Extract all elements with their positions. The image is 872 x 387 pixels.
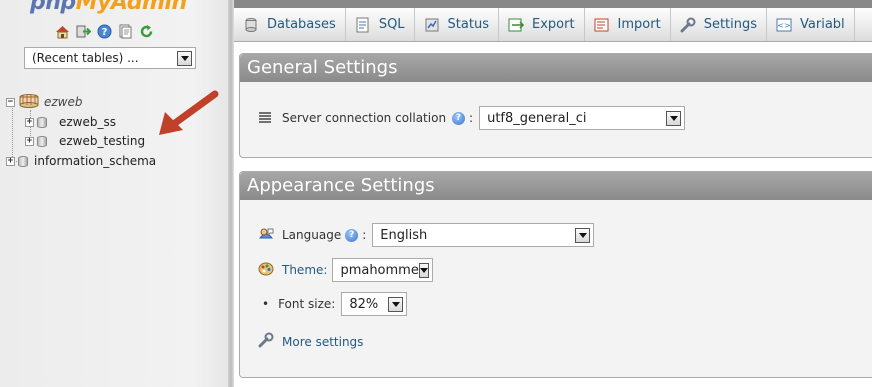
language-label: Language	[282, 228, 342, 242]
status-icon	[424, 17, 440, 33]
collapse-icon[interactable]: −	[6, 97, 15, 107]
variables-icon: <>	[776, 17, 792, 33]
more-settings-row: More settings	[258, 332, 363, 351]
collation-label: Server connection collation	[282, 111, 447, 125]
export-icon	[508, 17, 524, 33]
logout-icon[interactable]	[76, 24, 91, 39]
tree-db-label[interactable]: ezweb	[44, 95, 83, 109]
bullet-icon: •	[262, 297, 270, 311]
theme-value: pmahomme	[340, 262, 419, 278]
database-icon	[243, 17, 259, 33]
chevron-down-icon[interactable]	[418, 262, 430, 278]
language-value: English	[380, 227, 428, 243]
tab-settings[interactable]: Settings	[671, 8, 768, 41]
expand-icon[interactable]: +	[25, 117, 34, 127]
font-size-select[interactable]: 82%	[341, 292, 408, 316]
database-icon	[37, 135, 47, 147]
reload-icon[interactable]	[139, 24, 154, 39]
tab-label: SQL	[378, 17, 405, 32]
tab-databases[interactable]: Databases	[234, 8, 346, 41]
recent-tables-select[interactable]: (Recent tables) ...	[24, 47, 196, 69]
tree-db-label[interactable]: ezweb_testing	[59, 134, 145, 148]
tab-label: Export	[531, 17, 575, 32]
svg-text:<>: <>	[777, 21, 790, 30]
tree-db-ezweb-testing[interactable]: + ezweb_testing	[25, 132, 145, 150]
panel-title: General Settings	[240, 54, 872, 82]
tab-label: Import	[617, 17, 661, 32]
separator: :	[469, 111, 474, 125]
svg-text:?: ?	[102, 27, 108, 38]
language-select[interactable]: English	[372, 223, 595, 247]
sql-icon	[355, 17, 371, 33]
expand-icon[interactable]: +	[25, 136, 34, 146]
tab-label: Variabl	[800, 17, 845, 32]
tab-label: Settings	[703, 17, 758, 32]
separator: :	[362, 228, 367, 242]
collation-select[interactable]: utf8_general_ci	[479, 106, 686, 130]
font-size-label: Font size:	[278, 297, 336, 311]
navigation-panel: phpMyAdmin ? (Recent tables) ... − ezweb	[0, 0, 228, 387]
more-settings-link[interactable]: More settings	[282, 335, 363, 349]
database-icon	[37, 116, 47, 128]
theme-row: Theme: pmahomme	[258, 258, 434, 282]
tab-variables[interactable]: <> Variabl	[767, 8, 855, 41]
tab-label: Status	[447, 17, 489, 32]
theme-select[interactable]: pmahomme	[332, 258, 434, 282]
import-icon	[594, 17, 610, 33]
database-group-icon	[18, 93, 40, 111]
recent-tables-value: (Recent tables) ...	[32, 51, 139, 65]
wrench-icon	[258, 332, 274, 351]
tab-import[interactable]: Import	[585, 8, 671, 41]
quick-icons: ?	[55, 24, 154, 39]
tree-db-label[interactable]: information_schema	[34, 154, 156, 168]
appearance-settings-panel: Appearance Settings Language ? : English…	[239, 171, 872, 378]
general-settings-panel: General Settings Server connection colla…	[239, 53, 872, 158]
chevron-down-icon[interactable]	[575, 227, 591, 243]
home-icon[interactable]	[55, 24, 70, 39]
docs-icon[interactable]	[118, 24, 133, 39]
wrench-icon	[680, 17, 696, 33]
chevron-down-icon[interactable]	[388, 296, 404, 312]
tree-db-ezweb[interactable]: − ezweb	[6, 93, 83, 111]
font-size-row: • Font size: 82%	[262, 292, 408, 316]
tree-db-information-schema[interactable]: + information_schema	[6, 152, 156, 170]
panel-title: Appearance Settings	[240, 172, 872, 200]
chevron-down-icon[interactable]	[666, 110, 682, 126]
font-size-value: 82%	[349, 296, 379, 312]
tab-status[interactable]: Status	[415, 8, 499, 41]
tab-export[interactable]: Export	[499, 8, 585, 41]
tab-sql[interactable]: SQL	[346, 8, 415, 41]
language-row: Language ? : English	[258, 223, 595, 247]
help-icon[interactable]: ?	[452, 111, 466, 125]
expand-icon[interactable]: +	[6, 156, 15, 166]
theme-link[interactable]: Theme:	[282, 263, 327, 277]
collation-value: utf8_general_ci	[487, 110, 587, 126]
tab-label: Databases	[267, 17, 336, 32]
collation-row: Server connection collation ? : utf8_gen…	[258, 106, 686, 130]
database-icon	[18, 155, 28, 167]
nav-resizer[interactable]	[228, 0, 234, 387]
language-icon	[258, 226, 274, 245]
help-icon[interactable]: ?	[97, 24, 112, 39]
annotation-arrow-icon	[159, 90, 219, 135]
palette-icon	[258, 262, 274, 279]
help-icon[interactable]: ?	[345, 228, 359, 242]
tab-bar: Databases SQL Status Export Import Setti…	[234, 8, 872, 42]
chevron-down-icon[interactable]	[177, 50, 192, 66]
tree-db-label[interactable]: ezweb_ss	[59, 115, 116, 129]
tree-db-ezweb-ss[interactable]: + ezweb_ss	[25, 113, 116, 131]
phpmyadmin-logo[interactable]: phpMyAdmin	[30, 0, 187, 15]
collation-list-icon	[258, 111, 272, 126]
